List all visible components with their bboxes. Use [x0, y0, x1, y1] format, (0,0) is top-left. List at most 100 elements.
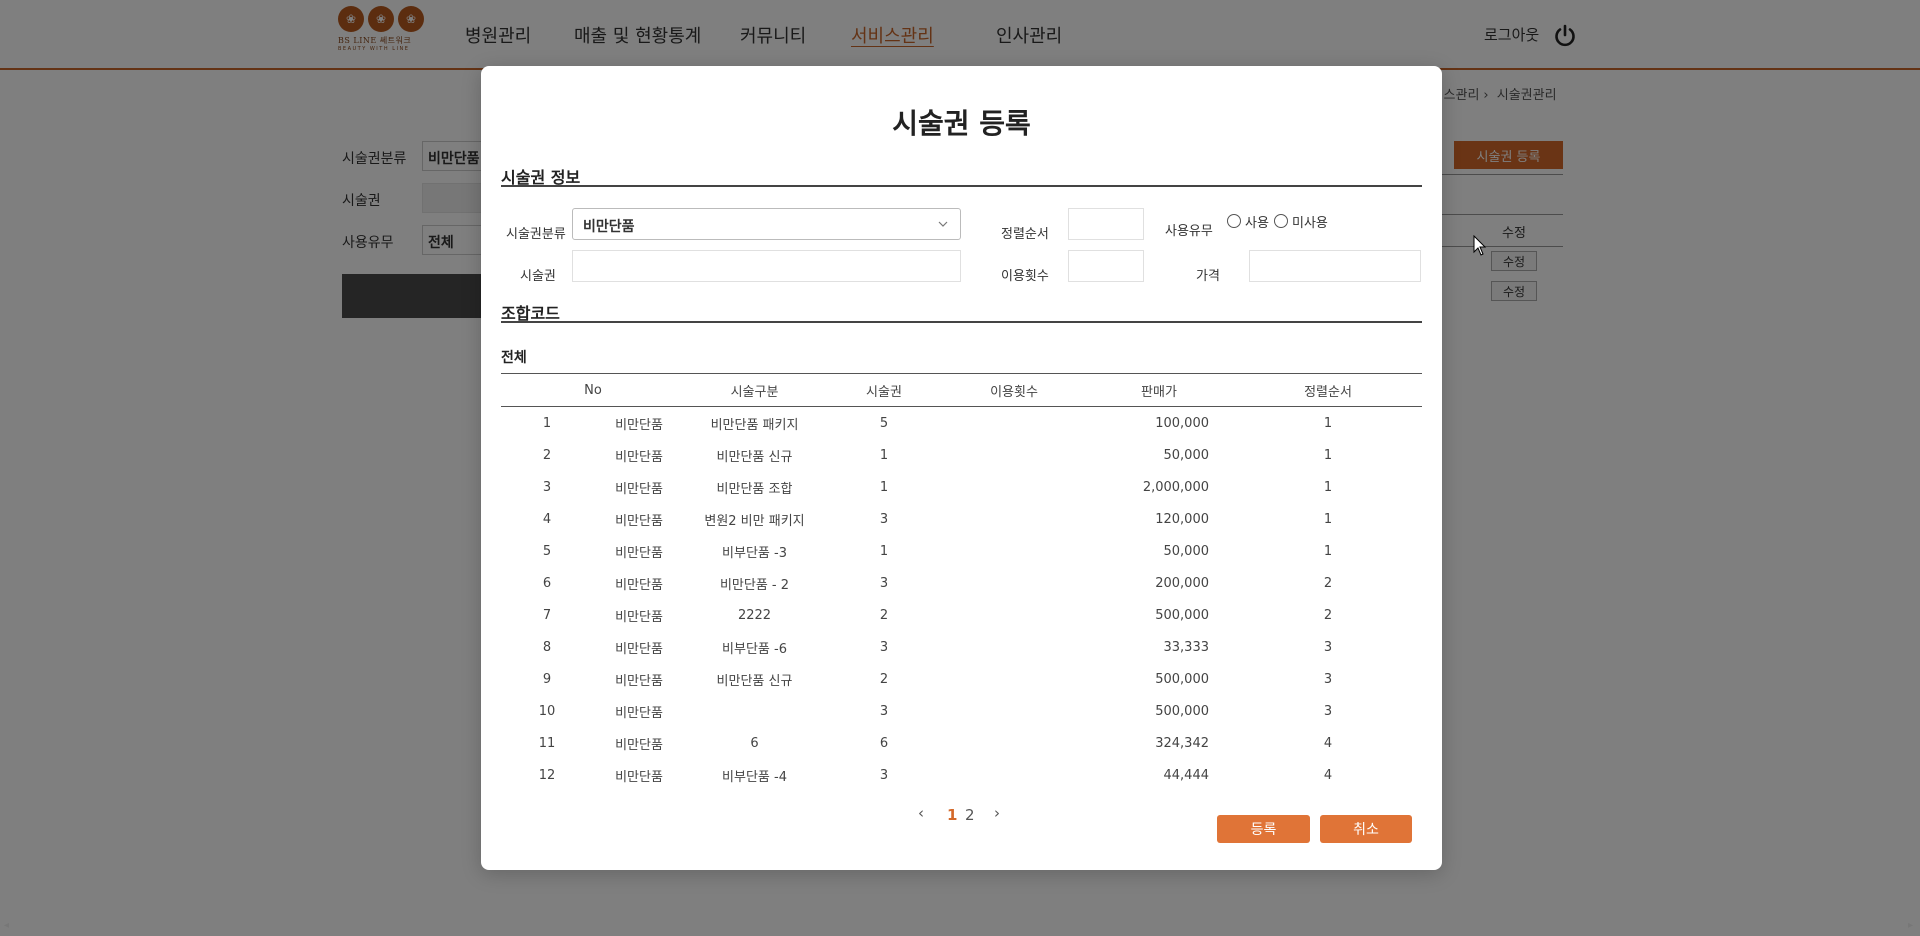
cell-no: 12 — [538, 767, 556, 783]
cell-group: 비만단품 — [615, 449, 663, 465]
cell-group: 비만단품 — [615, 481, 663, 497]
cell-sort: 4 — [1323, 735, 1333, 751]
table-row[interactable]: 12 비만단품 비부단품 -4 3 44,444 4 — [501, 759, 1422, 791]
col-header-count: 이용횟수 — [944, 373, 1084, 407]
table-row[interactable]: 2 비만단품 비만단품 신규 1 50,000 1 — [501, 439, 1422, 471]
radio-use[interactable] — [1227, 214, 1241, 228]
cell-sort: 2 — [1323, 607, 1333, 623]
mouse-cursor-icon — [1473, 235, 1487, 256]
col-header-ticket: 시술권 — [824, 373, 944, 407]
cell-sort: 1 — [1323, 415, 1333, 431]
cell-ticket: 1 — [879, 447, 889, 463]
price-input[interactable] — [1249, 250, 1421, 282]
cell-price: 33,333 — [1163, 639, 1210, 655]
sort-order-input[interactable] — [1068, 208, 1144, 240]
cell-group: 비만단품 — [615, 513, 663, 529]
page-prev-button[interactable]: ‹ — [918, 804, 924, 822]
scroll-right-icon[interactable]: ▸ — [1908, 920, 1913, 931]
cell-sort: 1 — [1323, 511, 1333, 527]
cell-ticket: 2 — [879, 607, 889, 623]
table-row[interactable]: 10 비만단품 3 500,000 3 — [501, 695, 1422, 727]
cell-group: 비만단품 — [615, 545, 663, 561]
filter-all-label[interactable]: 전체 — [501, 347, 527, 367]
cell-sort: 1 — [1323, 543, 1333, 559]
cell-group: 비만단품 — [615, 705, 663, 721]
cell-category: 비부단품 -6 — [722, 641, 787, 657]
cell-group: 비만단품 — [615, 737, 663, 753]
cell-group: 비만단품 — [615, 417, 663, 433]
cell-category: 6 — [750, 735, 759, 751]
ticket-name-input[interactable] — [572, 250, 961, 282]
page-next-button[interactable]: › — [994, 804, 1000, 822]
cell-price: 44,444 — [1163, 767, 1210, 783]
cell-group: 비만단품 — [615, 577, 663, 593]
cell-no: 9 — [542, 671, 552, 687]
table-row[interactable]: 11 비만단품 6 6 324,342 4 — [501, 727, 1422, 759]
cell-ticket: 2 — [879, 671, 889, 687]
table-row[interactable]: 4 비만단품 변원2 비만 패키지 3 120,000 1 — [501, 503, 1422, 535]
table-row[interactable]: 9 비만단품 비만단품 신규 2 500,000 3 — [501, 663, 1422, 695]
cell-price: 500,000 — [1155, 671, 1209, 687]
usage-count-input[interactable] — [1068, 250, 1144, 282]
cell-category: 비만단품 신규 — [716, 673, 793, 689]
cell-price: 120,000 — [1155, 511, 1209, 527]
cell-group: 비만단품 — [615, 609, 663, 625]
cell-sort: 3 — [1323, 703, 1333, 719]
cell-ticket: 5 — [879, 415, 889, 431]
page-2-button[interactable]: 2 — [965, 806, 975, 824]
radio-unused[interactable] — [1274, 214, 1288, 228]
cell-sort: 1 — [1323, 447, 1333, 463]
chevron-down-icon — [938, 221, 948, 227]
table-row[interactable]: 7 비만단품 2222 2 500,000 2 — [501, 599, 1422, 631]
table-row[interactable]: 3 비만단품 비만단품 조합 1 2,000,000 1 — [501, 471, 1422, 503]
cell-no: 10 — [538, 703, 556, 719]
page-1-button[interactable]: 1 — [947, 806, 957, 824]
cell-ticket: 3 — [879, 703, 889, 719]
radio-unused-label[interactable]: 미사용 — [1292, 212, 1328, 231]
section-divider — [501, 321, 1422, 323]
table-row[interactable]: 5 비만단품 비부단품 -3 1 50,000 1 — [501, 535, 1422, 567]
cell-price: 50,000 — [1163, 447, 1210, 463]
col-header-price: 판매가 — [1084, 373, 1234, 407]
cell-ticket: 1 — [879, 543, 889, 559]
col-header-category: 시술구분 — [685, 373, 824, 407]
register-button[interactable]: 등록 — [1217, 815, 1310, 843]
cell-no: 1 — [542, 415, 552, 431]
ticket-name-label: 시술권 — [520, 269, 556, 284]
category-select-value: 비만단품 — [583, 219, 635, 235]
scroll-left-icon[interactable]: ◂ — [4, 920, 9, 931]
section-divider — [501, 185, 1422, 187]
cell-price: 324,342 — [1155, 735, 1209, 751]
cell-category: 비만단품 패키지 — [710, 417, 799, 433]
cell-group: 비만단품 — [615, 641, 663, 657]
cell-group: 비만단품 — [615, 769, 663, 785]
cell-category — [685, 695, 824, 727]
cell-category: 비만단품 조합 — [716, 481, 793, 497]
cell-no: 8 — [542, 639, 552, 655]
radio-use-label[interactable]: 사용 — [1245, 212, 1269, 231]
category-select[interactable]: 비만단품 — [572, 208, 961, 240]
cell-category: 비만단품 - 2 — [719, 577, 790, 593]
table-row[interactable]: 8 비만단품 비부단품 -6 3 33,333 3 — [501, 631, 1422, 663]
cell-price: 100,000 — [1155, 415, 1209, 431]
cell-ticket: 3 — [879, 639, 889, 655]
sort-order-label: 정렬순서 — [1001, 227, 1049, 242]
cancel-button[interactable]: 취소 — [1320, 815, 1412, 843]
cell-sort: 2 — [1323, 575, 1333, 591]
modal-title: 시술권 등록 — [892, 107, 1031, 140]
combo-code-table: No 시술구분 시술권 이용횟수 판매가 정렬순서 1 비만단품 비만단품 패키지 5… — [501, 373, 1422, 791]
cell-price: 500,000 — [1155, 703, 1209, 719]
table-row[interactable]: 6 비만단품 비만단품 - 2 3 200,000 2 — [501, 567, 1422, 599]
table-row[interactable]: 1 비만단품 비만단품 패키지 5 100,000 1 — [501, 407, 1422, 440]
price-label: 가격 — [1196, 269, 1220, 284]
col-header-no: No — [501, 373, 685, 407]
cell-price: 200,000 — [1155, 575, 1209, 591]
cell-sort: 1 — [1323, 479, 1333, 495]
cell-no: 7 — [542, 607, 552, 623]
cell-price: 50,000 — [1163, 543, 1210, 559]
cell-ticket: 3 — [879, 767, 889, 783]
table-header-row: No 시술구분 시술권 이용횟수 판매가 정렬순서 — [501, 373, 1422, 407]
cell-price: 500,000 — [1155, 607, 1209, 623]
cell-group: 비만단품 — [615, 673, 663, 689]
cell-no: 3 — [542, 479, 552, 495]
